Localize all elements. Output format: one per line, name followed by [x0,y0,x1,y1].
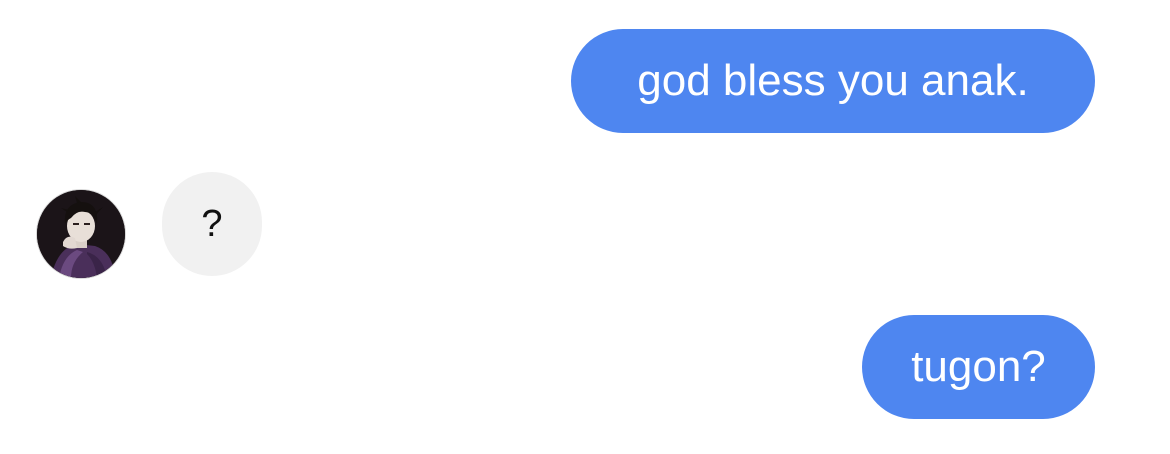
incoming-message-bubble[interactable]: ? [162,172,262,276]
outgoing-message-bubble[interactable]: god bless you anak. [571,29,1095,133]
avatar-image [37,190,125,278]
contact-avatar[interactable] [37,190,125,278]
message-text: ? [201,202,223,245]
message-text: god bless you anak. [637,56,1029,105]
outgoing-message-bubble[interactable]: tugon? [862,315,1095,419]
message-text: tugon? [911,342,1046,391]
